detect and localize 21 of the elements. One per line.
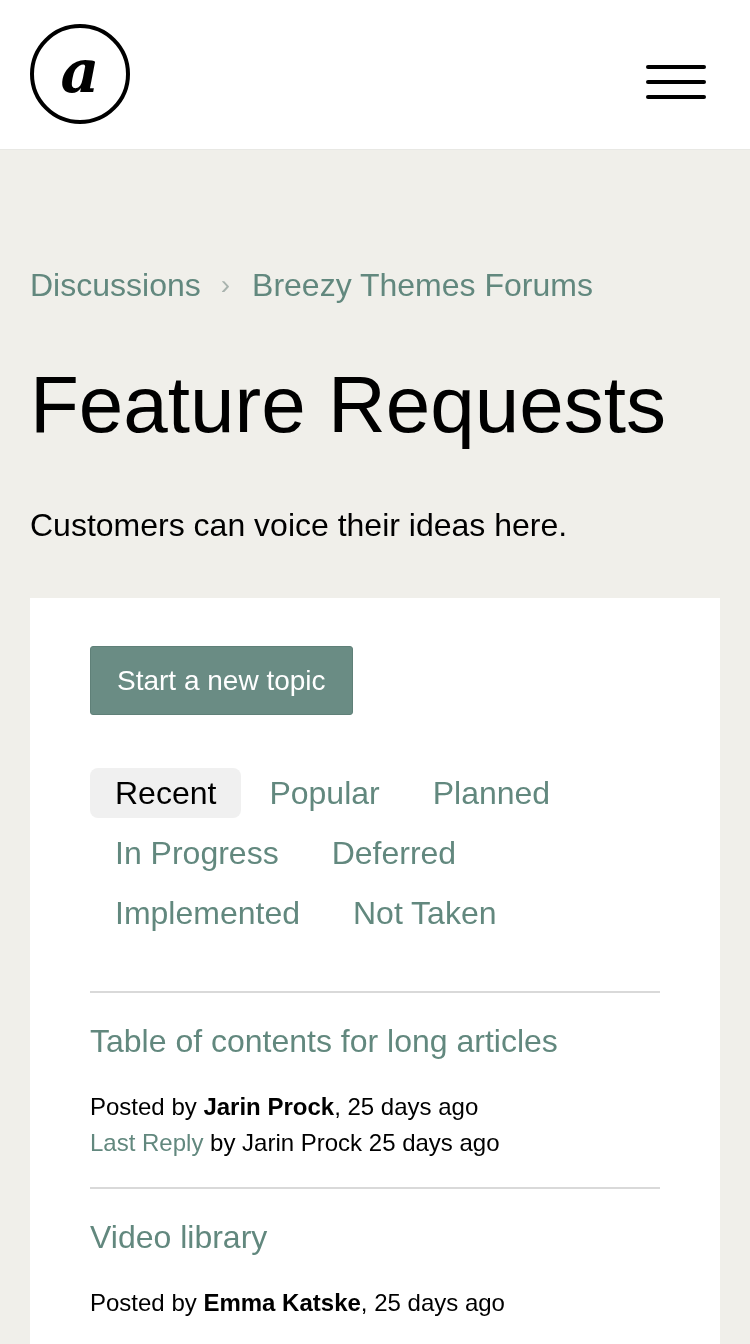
filter-tab[interactable]: Deferred (306, 828, 482, 878)
last-reply-link[interactable]: Last Reply (90, 1129, 204, 1156)
filter-tab[interactable]: Not Taken (328, 888, 522, 938)
filter-tab[interactable]: In Progress (90, 828, 304, 878)
breadcrumb-link[interactable]: Discussions (30, 265, 201, 305)
breadcrumb-separator: › (220, 268, 231, 302)
page-description: Customers can voice their ideas here. (30, 506, 569, 545)
page-title: Feature Requests (30, 359, 667, 451)
topic-title-link[interactable]: Table of contents for long articles (90, 1021, 558, 1061)
logo[interactable]: a (30, 24, 130, 124)
last-reply-text: Last Reply by Jarin Prock 25 days ago (90, 1128, 501, 1158)
filter-tab[interactable]: Popular (244, 768, 405, 818)
breadcrumb-link[interactable]: Breezy Themes Forums (252, 265, 593, 305)
posted-by-text: Posted by Jarin Prock, 25 days ago (90, 1092, 480, 1122)
menu-icon[interactable] (646, 64, 706, 100)
new-topic-button[interactable]: Start a new topic (90, 646, 353, 715)
posted-by-text: Posted by Emma Katske, 25 days ago (90, 1288, 506, 1318)
filter-tab[interactable]: Implemented (90, 888, 325, 938)
topic-title-link[interactable]: Video library (90, 1217, 268, 1257)
filter-tab[interactable]: Recent (90, 768, 242, 818)
filter-tab[interactable]: Planned (407, 768, 576, 818)
